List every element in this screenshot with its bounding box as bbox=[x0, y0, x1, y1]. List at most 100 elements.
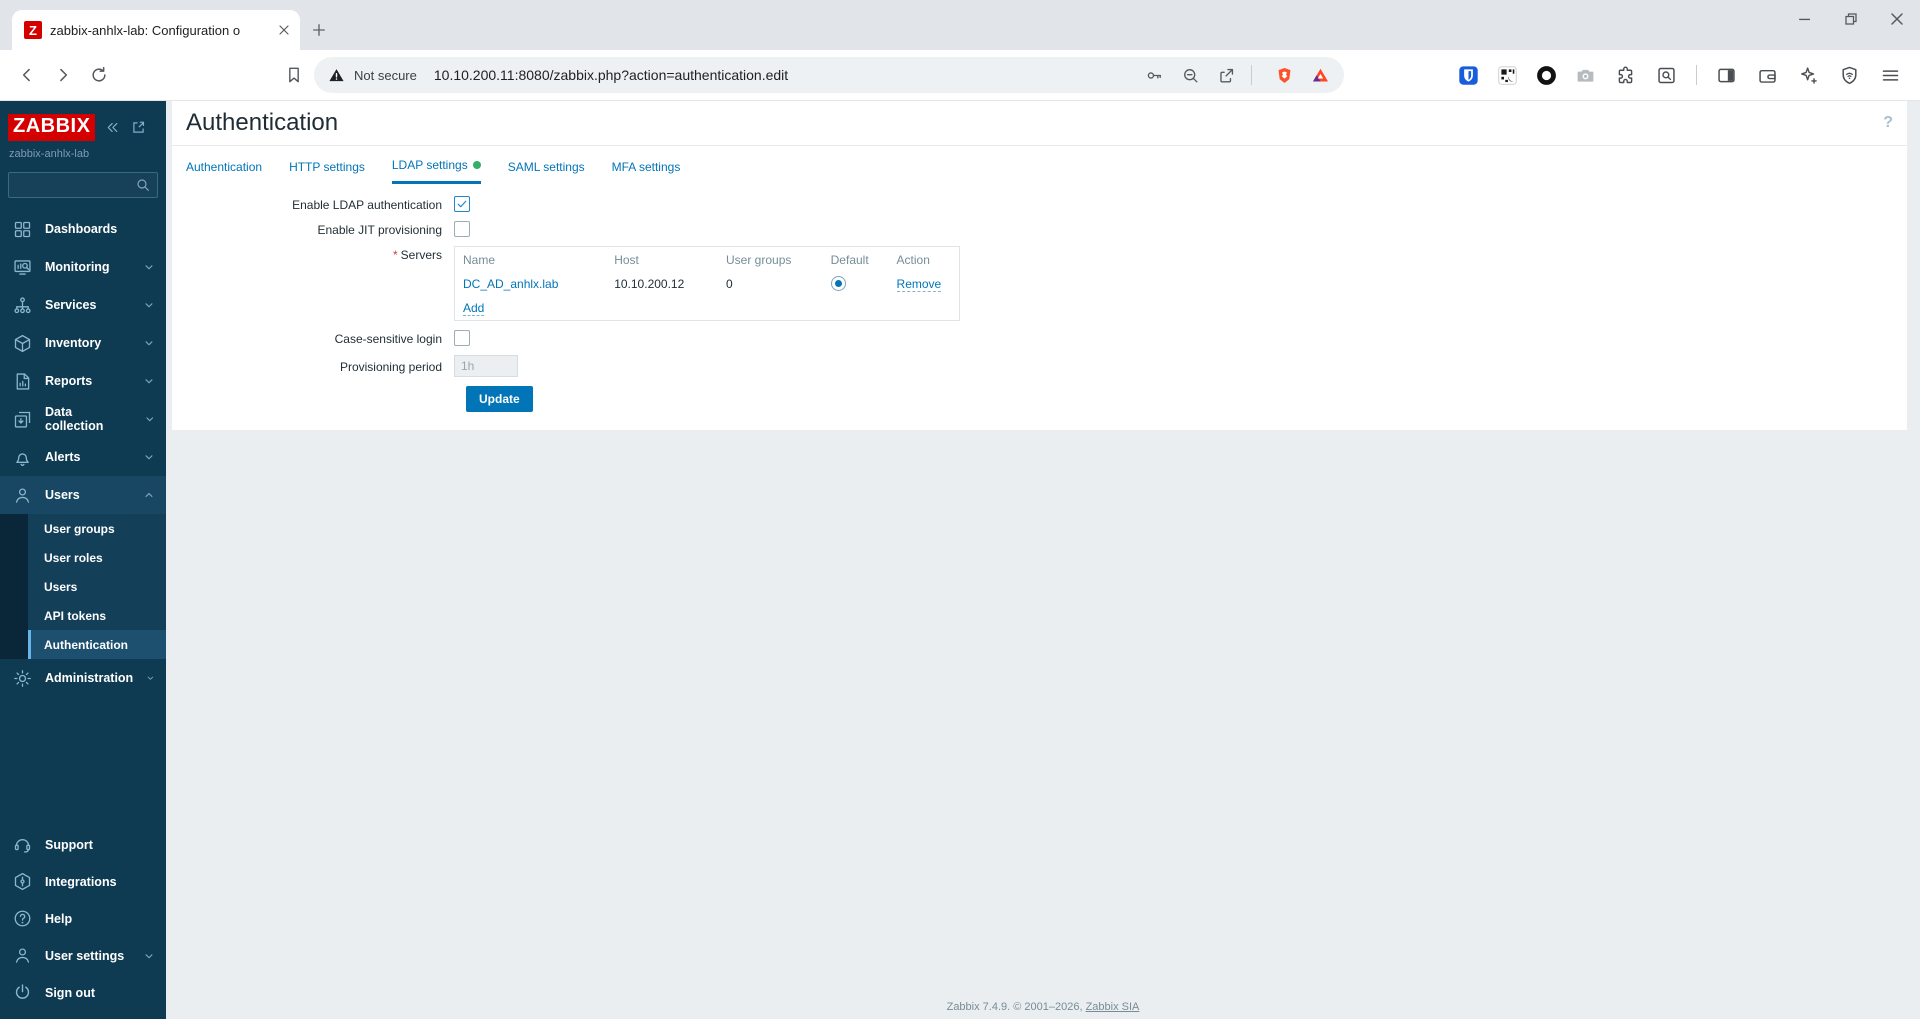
dashboards-grid-icon bbox=[12, 219, 33, 240]
menu-label: User settings bbox=[45, 948, 125, 963]
server-name-link[interactable]: DC_AD_anhlx.lab bbox=[463, 277, 558, 291]
sidebar-item-users-list[interactable]: Users bbox=[28, 572, 166, 601]
update-button[interactable]: Update bbox=[466, 386, 533, 412]
help-question-icon[interactable]: ? bbox=[1883, 114, 1893, 132]
sidebar-item-integrations[interactable]: Integrations bbox=[0, 863, 166, 900]
enable-jit-checkbox[interactable] bbox=[454, 221, 470, 237]
sidebar-item-user-groups[interactable]: User groups bbox=[28, 514, 166, 543]
sidebar-item-api-tokens[interactable]: API tokens bbox=[28, 601, 166, 630]
col-default: Default bbox=[830, 253, 869, 267]
menu-label: Help bbox=[45, 911, 73, 926]
monitoring-icon bbox=[12, 257, 33, 278]
zoom-out-icon[interactable] bbox=[1181, 66, 1200, 85]
default-server-radio[interactable] bbox=[830, 276, 846, 291]
new-tab-button[interactable] bbox=[310, 21, 328, 39]
remove-server-link[interactable]: Remove bbox=[896, 276, 942, 292]
reload-button[interactable] bbox=[84, 60, 114, 90]
menu-label: Data collection bbox=[45, 405, 104, 433]
back-button[interactable] bbox=[12, 60, 42, 90]
help-icon bbox=[12, 908, 33, 929]
sidebar-item-services[interactable]: Services bbox=[0, 286, 166, 324]
screenshot-camera-icon[interactable] bbox=[1575, 65, 1596, 86]
chevron-down-icon bbox=[145, 671, 156, 685]
restore-button[interactable] bbox=[1828, 0, 1874, 38]
add-server-link[interactable]: Add bbox=[463, 301, 485, 316]
inventory-cube-icon bbox=[12, 333, 33, 354]
menu-label: Sign out bbox=[45, 985, 95, 1000]
url-text[interactable]: 10.10.200.11:8080/zabbix.php?action=auth… bbox=[434, 67, 1128, 83]
tab-saml-settings[interactable]: SAML settings bbox=[508, 158, 585, 184]
tab-strip: Z zabbix-anhlx-lab: Configuration o bbox=[0, 0, 1920, 50]
extensions-puzzle-icon[interactable] bbox=[1615, 65, 1636, 86]
enable-ldap-checkbox[interactable] bbox=[454, 196, 470, 212]
provisioning-period-label: Provisioning period bbox=[339, 360, 442, 374]
sidebar-item-support[interactable]: Support bbox=[0, 826, 166, 863]
sidebar-item-users[interactable]: Users bbox=[0, 476, 166, 514]
footer-version-text: Zabbix 7.4.9. © 2001–2026, bbox=[946, 1001, 1086, 1013]
sidebar-item-authentication[interactable]: Authentication bbox=[28, 630, 166, 659]
brave-shield-icon[interactable] bbox=[1275, 66, 1294, 85]
sidebar-item-dashboards[interactable]: Dashboards bbox=[0, 210, 166, 248]
not-secure-warning-icon[interactable] bbox=[328, 67, 345, 84]
menu-label: Reports bbox=[45, 374, 93, 388]
dark-circle-extension-icon[interactable] bbox=[1536, 65, 1557, 86]
bookmark-icon[interactable] bbox=[280, 61, 308, 89]
zabbix-logo[interactable]: ZABBIX bbox=[8, 114, 96, 141]
data-collection-icon bbox=[12, 409, 33, 430]
sidebar-menu: Dashboards Monitoring Services Inventory… bbox=[0, 210, 166, 826]
sidebar-item-alerts[interactable]: Alerts bbox=[0, 438, 166, 476]
tab-close-icon[interactable] bbox=[276, 22, 292, 38]
forward-button[interactable] bbox=[48, 60, 78, 90]
sidebar-search-input[interactable] bbox=[15, 178, 135, 192]
hide-sidebar-icon[interactable] bbox=[130, 119, 147, 136]
checkmark-icon bbox=[456, 198, 468, 210]
sidebar-item-help[interactable]: Help bbox=[0, 900, 166, 937]
brave-rewards-bat-icon[interactable] bbox=[1311, 66, 1330, 85]
close-window-button[interactable] bbox=[1874, 0, 1920, 38]
chevron-down-icon bbox=[142, 298, 156, 312]
main-content: Authentication ? Authentication HTTP set… bbox=[166, 101, 1920, 1019]
sidebar-item-inventory[interactable]: Inventory bbox=[0, 324, 166, 362]
password-key-icon[interactable] bbox=[1145, 66, 1164, 85]
tab-ldap-settings[interactable]: LDAP settings bbox=[391, 158, 481, 184]
address-bar[interactable]: Not secure 10.10.200.11:8080/zabbix.php?… bbox=[314, 57, 1344, 93]
leo-ai-sparkle-icon[interactable] bbox=[1798, 65, 1819, 86]
tab-authentication[interactable]: Authentication bbox=[186, 158, 262, 184]
chevron-down-icon bbox=[142, 336, 156, 350]
sidebar-item-sign-out[interactable]: Sign out bbox=[0, 974, 166, 1011]
share-icon[interactable] bbox=[1217, 66, 1236, 85]
server-user-groups: 0 bbox=[726, 276, 733, 291]
tab-http-settings[interactable]: HTTP settings bbox=[289, 158, 365, 184]
sidebar-item-user-roles[interactable]: User roles bbox=[28, 543, 166, 572]
menu-label: Users bbox=[45, 488, 80, 502]
sidebar-item-administration[interactable]: Administration bbox=[0, 659, 166, 697]
bitwarden-extension-icon[interactable] bbox=[1458, 65, 1479, 86]
side-panel-icon[interactable] bbox=[1716, 65, 1737, 86]
not-secure-label[interactable]: Not secure bbox=[354, 68, 417, 83]
tab-mfa-settings[interactable]: MFA settings bbox=[612, 158, 681, 184]
sidebar-item-monitoring[interactable]: Monitoring bbox=[0, 248, 166, 286]
browser-chrome: Z zabbix-anhlx-lab: Configuration o Not … bbox=[0, 0, 1920, 101]
vpn-shield-icon[interactable] bbox=[1839, 65, 1860, 86]
sidebar-item-reports[interactable]: Reports bbox=[0, 362, 166, 400]
tab-label: LDAP settings bbox=[391, 158, 468, 172]
zabbix-sia-link[interactable]: Zabbix SIA bbox=[1086, 1001, 1140, 1013]
zabbix-favicon-icon: Z bbox=[24, 21, 42, 39]
case-sensitive-checkbox[interactable] bbox=[454, 330, 470, 346]
menu-label: Monitoring bbox=[45, 260, 110, 274]
minimize-button[interactable] bbox=[1782, 0, 1828, 38]
browser-tab[interactable]: Z zabbix-anhlx-lab: Configuration o bbox=[12, 10, 300, 50]
integrations-icon bbox=[12, 871, 33, 892]
search-page-icon[interactable] bbox=[1656, 65, 1677, 86]
col-user-groups: User groups bbox=[726, 253, 792, 267]
sidebar-item-user-settings[interactable]: User settings bbox=[0, 937, 166, 974]
sidebar-item-data-collection[interactable]: Data collection bbox=[0, 400, 166, 438]
collapse-sidebar-icon[interactable] bbox=[104, 119, 121, 136]
chevron-down-icon bbox=[143, 412, 156, 426]
submenu-indent-strip bbox=[0, 514, 28, 659]
menu-hamburger-icon[interactable] bbox=[1880, 65, 1901, 86]
server-name-label: zabbix-anhlx-lab bbox=[9, 148, 90, 160]
qr-code-extension-icon[interactable] bbox=[1497, 65, 1518, 86]
sidebar-search[interactable] bbox=[8, 172, 158, 198]
wallet-icon[interactable] bbox=[1757, 65, 1778, 86]
